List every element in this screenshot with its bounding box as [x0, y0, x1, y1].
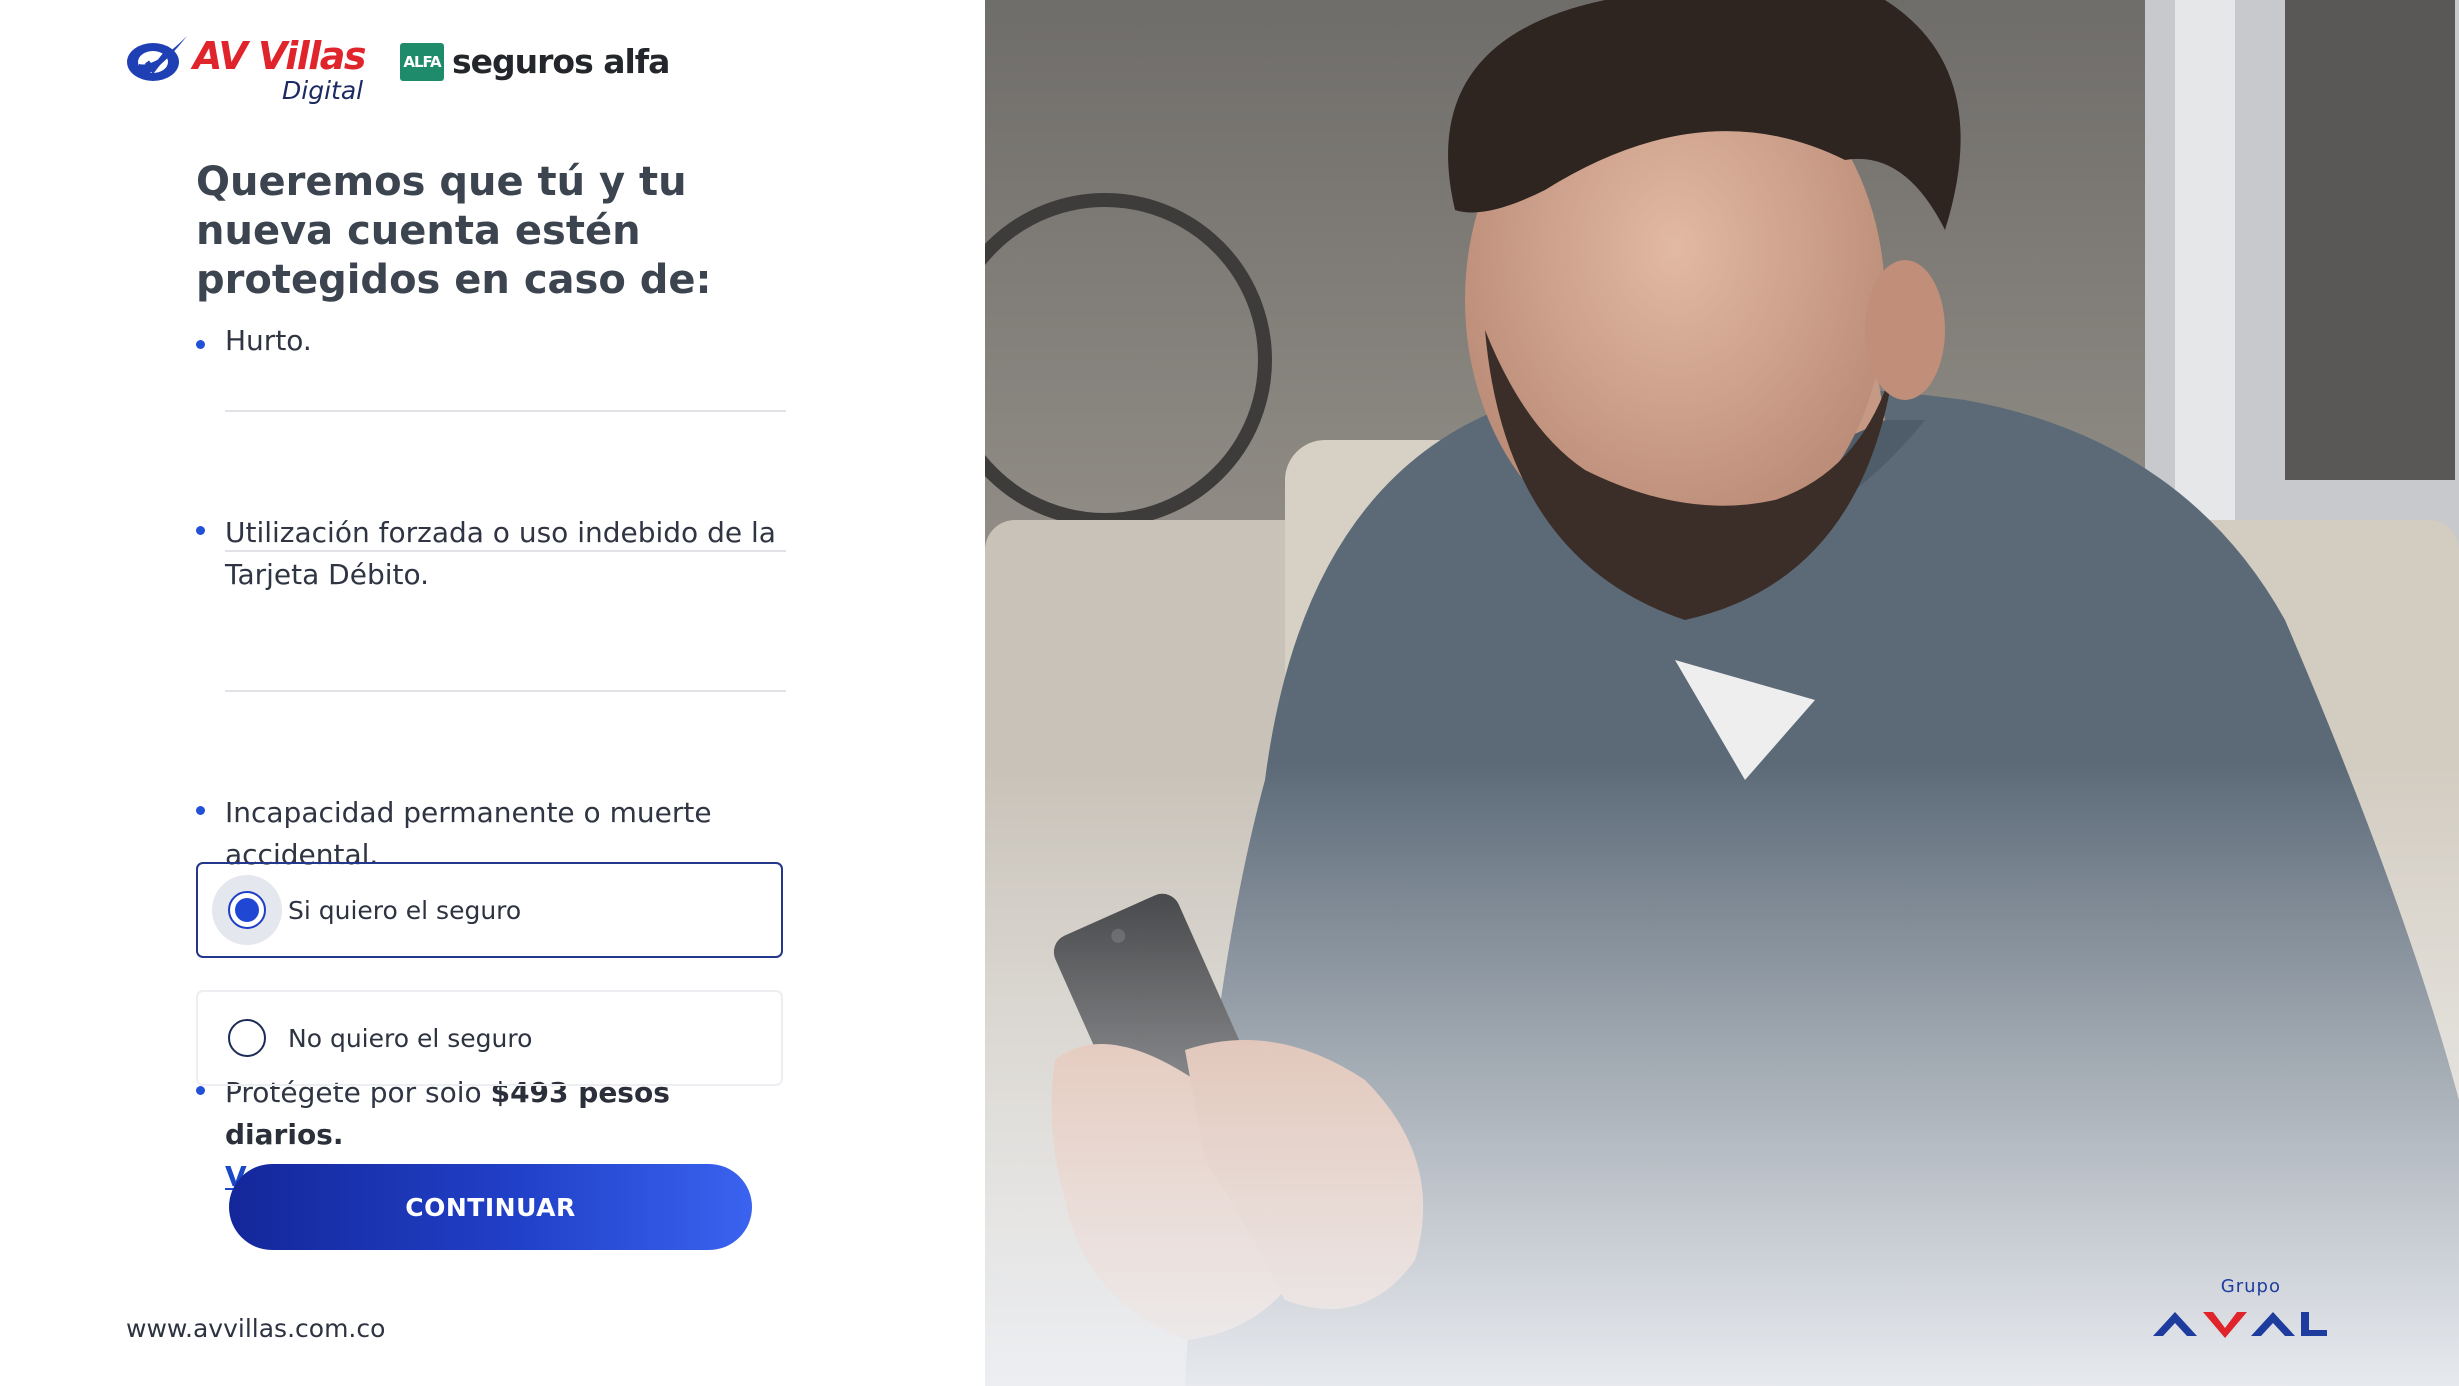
- page-title: Queremos que tú y tu nueva cuenta estén …: [196, 159, 712, 303]
- list-item: Incapacidad permanente o muerte accident…: [196, 552, 786, 871]
- bullet-icon: [196, 340, 205, 349]
- insurance-no-option[interactable]: No quiero el seguro: [196, 990, 783, 1086]
- list-item: Hurto.: [196, 324, 786, 410]
- insurance-yes-label: Si quiero el seguro: [288, 895, 522, 925]
- benefit-text: Hurto.: [225, 324, 312, 357]
- seguros-alfa-mark: ALFA: [400, 42, 444, 81]
- grupo-aval-wordmark-icon: [2153, 1312, 2327, 1338]
- hero-photo: Grupo AVAL: [985, 0, 2459, 1386]
- brand-logos: AV Villas Digital ALFA seguros alfa: [125, 28, 670, 108]
- continue-button[interactable]: CONTINUAR: [229, 1164, 752, 1250]
- radio-selected-icon[interactable]: [228, 891, 266, 929]
- seguros-alfa-wordmark: seguros alfa: [452, 42, 670, 81]
- bullet-icon: [196, 1086, 205, 1095]
- insurance-yes-option[interactable]: Si quiero el seguro: [196, 862, 783, 958]
- list-item: Utilización forzada o uso indebido de la…: [196, 412, 786, 591]
- grupo-aval-logo: Grupo AVAL: [2151, 1276, 2331, 1346]
- bullet-icon: [196, 526, 205, 535]
- bullet-icon: [196, 806, 205, 815]
- insurance-no-label: No quiero el seguro: [288, 1023, 533, 1053]
- seguros-alfa-logo: ALFA seguros alfa: [400, 42, 670, 81]
- list-item: Protégete por solo $493 pesos diarios. V…: [196, 692, 786, 1193]
- benefits-list: Hurto. Utilización forzada o uso indebid…: [196, 324, 786, 1193]
- content-panel: AV Villas Digital ALFA seguros alfa Quer…: [0, 0, 985, 1386]
- footer-url: www.avvillas.com.co: [126, 1314, 386, 1343]
- av-villas-logo: AV Villas Digital: [125, 28, 370, 108]
- man-with-phone-photo: [985, 0, 2459, 1386]
- av-villas-digital-label: Digital: [282, 76, 364, 105]
- radio-unselected-icon[interactable]: [228, 1019, 266, 1057]
- av-villas-swoosh-icon: [127, 36, 187, 81]
- av-villas-wordmark: AV Villas: [193, 34, 367, 78]
